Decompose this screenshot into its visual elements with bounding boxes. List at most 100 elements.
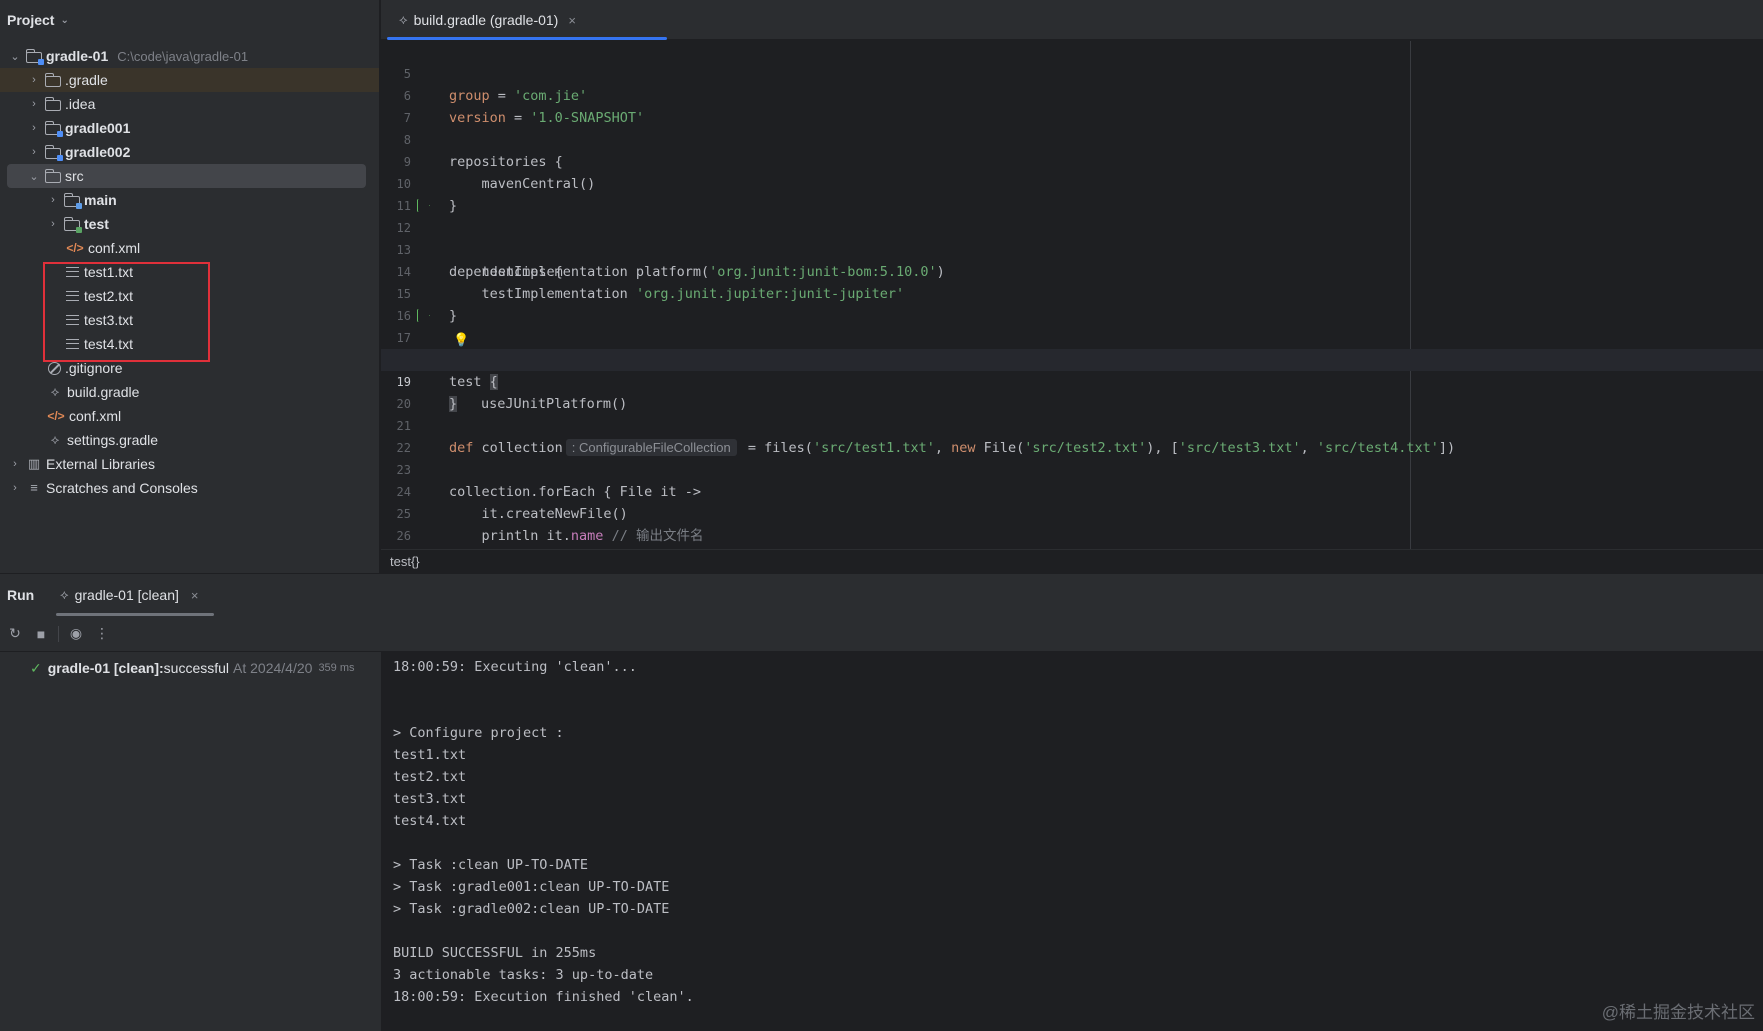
run-gutter-icon[interactable] xyxy=(417,199,430,212)
console-line: 3 actionable tasks: 3 up-to-date xyxy=(393,967,654,983)
console-line: > Task :gradle002:clean UP-TO-DATE xyxy=(393,901,670,917)
code-line[interactable]: 5 group = 'com.jie' xyxy=(381,41,1763,104)
console-line: test2.txt xyxy=(393,769,467,785)
code-line[interactable]: 9 mavenCentral() xyxy=(381,129,1763,192)
chevron-right-icon[interactable]: › xyxy=(8,482,22,494)
tab-build-gradle[interactable]: ⟡ build.gradle (gradle-01) × xyxy=(387,0,667,40)
tree-item-test2-txt[interactable]: test2.txt xyxy=(0,284,379,308)
code-line[interactable]: 25 println it.name // 输出文件名 xyxy=(381,481,1763,544)
tree-item-build-gradle[interactable]: ⟡ build.gradle xyxy=(0,380,379,404)
code-line[interactable]: 23 collection.forEach { File it -> xyxy=(381,437,1763,500)
text-file-icon xyxy=(66,291,79,301)
chevron-down-icon[interactable]: ⌄ xyxy=(60,15,68,26)
code-line-current[interactable]: 19 } xyxy=(381,349,1763,412)
more-options-icon[interactable]: ⋮ xyxy=(89,622,115,646)
project-panel: Project ⌄ ⌄ gradle-01 C:\code\java\gradl… xyxy=(0,0,380,573)
code-line[interactable]: 24 it.createNewFile() xyxy=(381,459,1763,522)
tree-item-label: gradle001 xyxy=(65,120,131,136)
xml-file-icon: </> xyxy=(47,409,65,423)
text-file-icon xyxy=(66,315,79,325)
module-folder-icon xyxy=(44,120,63,137)
code-line[interactable]: 16 xyxy=(381,283,1763,323)
code-line[interactable]: 11 xyxy=(381,173,1763,213)
chevron-right-icon[interactable]: › xyxy=(27,146,41,158)
tree-item-gitignore[interactable]: .gitignore xyxy=(0,356,379,380)
run-gutter-icon[interactable] xyxy=(417,309,430,322)
code-line[interactable]: 26 } xyxy=(381,503,1763,543)
code-line[interactable]: 14 testImplementation 'org.junit.jupiter… xyxy=(381,239,1763,302)
close-icon[interactable]: × xyxy=(191,588,199,603)
code-line[interactable]: 8 repositories { xyxy=(381,107,1763,170)
tree-item-src[interactable]: ⌄ src xyxy=(7,164,366,188)
run-toolbar: ↻ ■ ◉ ⋮ xyxy=(0,616,1763,652)
code-line[interactable]: 20 xyxy=(381,371,1763,411)
code-line[interactable]: 17 test { xyxy=(381,305,1763,390)
breadcrumb-item[interactable]: test{} xyxy=(390,554,420,569)
code-line[interactable]: 18 💡 useJUnitPlatform() xyxy=(381,327,1763,412)
chevron-down-icon[interactable]: ⌄ xyxy=(8,50,22,63)
code-line[interactable]: 7 xyxy=(381,85,1763,125)
ignore-file-icon xyxy=(48,361,61,375)
console-line: 18:00:59: Execution finished 'clean'. xyxy=(393,989,694,1005)
breadcrumb: test{} xyxy=(381,549,1763,573)
chevron-right-icon[interactable]: › xyxy=(27,98,41,110)
code-line[interactable]: 22 xyxy=(381,415,1763,455)
console-line: > Task :clean UP-TO-DATE xyxy=(393,857,589,873)
tree-item-conf-xml[interactable]: </> conf.xml xyxy=(0,404,379,428)
code-line[interactable]: 13 testImplementation platform('org.juni… xyxy=(381,217,1763,280)
tree-item-test1-txt[interactable]: test1.txt xyxy=(0,260,379,284)
tree-item-gradle-01[interactable]: ⌄ gradle-01 C:\code\java\gradle-01 xyxy=(0,44,379,68)
close-icon[interactable]: × xyxy=(568,13,576,28)
tree-item-label: test1.txt xyxy=(84,264,134,280)
chevron-right-icon[interactable]: › xyxy=(8,458,22,470)
tree-item-dot-gradle[interactable]: › .gradle xyxy=(0,68,379,92)
run-item-duration: 359 ms xyxy=(318,662,355,674)
stop-icon[interactable]: ■ xyxy=(28,622,54,646)
tree-item-gradle001[interactable]: › gradle001 xyxy=(0,116,379,140)
active-tab-indicator xyxy=(387,37,667,40)
tree-item-test[interactable]: › test xyxy=(0,212,379,236)
tree-item-label: src xyxy=(65,168,84,184)
code-line[interactable]: 15 } xyxy=(381,261,1763,324)
console-line: > Configure project : xyxy=(393,725,564,741)
console-output[interactable]: 18:00:59: Executing 'clean'... > Configu… xyxy=(381,652,1763,1031)
chevron-right-icon[interactable]: › xyxy=(27,122,41,134)
chevron-down-icon[interactable]: ⌄ xyxy=(27,170,41,183)
tree-item-src-conf-xml[interactable]: </> conf.xml xyxy=(0,236,379,260)
project-header[interactable]: Project ⌄ xyxy=(0,0,379,40)
tree-item-label: build.gradle xyxy=(67,384,140,400)
source-folder-icon xyxy=(63,192,82,209)
chevron-right-icon[interactable]: › xyxy=(46,194,60,206)
code-line[interactable]: 21 def collection: ConfigurableFileColle… xyxy=(381,393,1763,456)
tree-item-label: Scratches and Consoles xyxy=(46,480,198,496)
tree-item-test4-txt[interactable]: test4.txt xyxy=(0,332,379,356)
code-line[interactable]: 6 version = '1.0-SNAPSHOT' xyxy=(381,63,1763,126)
code-line[interactable]: 12 dependencies { xyxy=(381,195,1763,280)
code-editor[interactable]: 5 group = 'com.jie' 6 version = '1.0-SNA… xyxy=(381,41,1763,549)
success-check-icon: ✓ xyxy=(30,659,42,676)
tree-item-label: conf.xml xyxy=(88,240,141,256)
rerun-icon[interactable]: ↻ xyxy=(2,622,28,646)
tree-item-external-libraries[interactable]: › ▥ External Libraries xyxy=(0,452,379,476)
run-result-item[interactable]: ✓ gradle-01 [clean]: successful At 2024/… xyxy=(0,654,380,682)
tree-item-scratches[interactable]: › ≡ Scratches and Consoles xyxy=(0,476,379,500)
tree-item-main[interactable]: › main xyxy=(0,188,379,212)
text-file-icon xyxy=(66,339,79,349)
console-line: test1.txt xyxy=(393,747,467,763)
code-line[interactable]: 27 xyxy=(381,525,1763,547)
eye-icon[interactable]: ◉ xyxy=(63,622,89,646)
chevron-right-icon[interactable]: › xyxy=(27,74,41,86)
tree-item-gradle002[interactable]: › gradle002 xyxy=(0,140,379,164)
chevron-right-icon[interactable]: › xyxy=(46,218,60,230)
gradle-elephant-icon: ⟡ xyxy=(60,587,69,602)
code-line[interactable]: 10 } xyxy=(381,151,1763,214)
tab-run-config[interactable]: ⟡ gradle-01 [clean] × xyxy=(56,574,215,616)
tree-item-test3-txt[interactable]: test3.txt xyxy=(0,308,379,332)
tree-item-label: .gradle xyxy=(65,72,108,88)
tree-item-path: C:\code\java\gradle-01 xyxy=(117,48,249,64)
run-results-tree: ✓ gradle-01 [clean]: successful At 2024/… xyxy=(0,654,380,1031)
tree-item-dot-idea[interactable]: › .idea xyxy=(0,92,379,116)
tree-item-settings-gradle[interactable]: ⟡ settings.gradle xyxy=(0,428,379,452)
